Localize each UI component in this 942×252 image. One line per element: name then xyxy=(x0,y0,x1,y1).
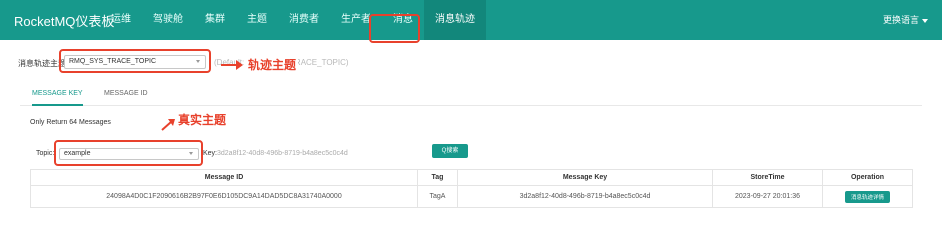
tab-message-key[interactable]: MESSAGE KEY xyxy=(32,84,83,106)
annotation-arrow-trace-topic xyxy=(221,60,243,70)
chevron-down-icon xyxy=(922,18,928,23)
results-table: Message ID Tag Message Key StoreTime Ope… xyxy=(30,169,913,208)
annotation-real-topic: 真实主题 xyxy=(178,113,227,127)
key-value: 3d2a8f12-40d8-496b-8719-b4a8ec5c0c4d xyxy=(217,150,348,157)
annotation-box-topic xyxy=(54,140,203,166)
column-header-message-id: Message ID xyxy=(30,169,418,186)
top-navbar: RocketMQ仪表板 运维 驾驶舱 集群 主题 消费者 生产者 消息 消息轨迹… xyxy=(0,0,942,40)
language-switcher[interactable]: 更换语言 xyxy=(883,0,928,40)
nav-item-cluster[interactable]: 集群 xyxy=(194,0,236,40)
result-limit-text: Only Return 64 Messages xyxy=(30,119,111,126)
main-nav: 运维 驾驶舱 集群 主题 消费者 生产者 消息 消息轨迹 xyxy=(100,0,486,40)
cell-message-id: 24098A4D0C1F2090616B2B97F0E6D105DC9A14DA… xyxy=(30,185,418,208)
column-header-message-key: Message Key xyxy=(457,169,713,186)
annotation-arrow-real-topic xyxy=(161,119,175,131)
column-header-tag: Tag xyxy=(417,169,458,186)
nav-item-message-trace[interactable]: 消息轨迹 xyxy=(424,0,486,40)
key-label: Key: xyxy=(203,150,218,157)
search-button[interactable]: Q搜索 xyxy=(432,144,468,158)
nav-item-dashboard[interactable]: 驾驶舱 xyxy=(142,0,194,40)
app-title[interactable]: RocketMQ仪表板 xyxy=(0,11,114,30)
nav-item-ops[interactable]: 运维 xyxy=(100,0,142,40)
language-label: 更换语言 xyxy=(882,15,919,25)
column-header-store-time: StoreTime xyxy=(712,169,823,186)
tab-message-id[interactable]: MESSAGE ID xyxy=(104,84,148,106)
nav-item-consumer[interactable]: 消费者 xyxy=(278,0,330,40)
annotation-box-nav xyxy=(369,14,420,43)
table-header-row: Message ID Tag Message Key StoreTime Ope… xyxy=(30,169,913,186)
table-row: 24098A4D0C1F2090616B2B97F0E6D105DC9A14DA… xyxy=(30,185,913,208)
key-input[interactable]: 3d2a8f12-40d8-496b-8719-b4a8ec5c0c4d xyxy=(217,147,417,161)
nav-item-topic[interactable]: 主题 xyxy=(236,0,278,40)
annotation-box-trace-topic xyxy=(59,49,211,73)
cell-tag: TagA xyxy=(417,185,458,208)
cell-store-time: 2023-09-27 20:01:36 xyxy=(712,185,823,208)
annotation-trace-topic: 轨迹主题 xyxy=(246,56,299,73)
search-tabs: MESSAGE KEY MESSAGE ID xyxy=(20,84,922,106)
cell-operation: 消息轨迹详情 xyxy=(822,185,913,208)
topic-label: Topic: xyxy=(36,150,55,157)
cell-message-key: 3d2a8f12-40d8-496b-8719-b4a8ec5c0c4d xyxy=(457,185,713,208)
trace-detail-button[interactable]: 消息轨迹详情 xyxy=(844,190,890,203)
column-header-operation: Operation xyxy=(822,169,913,186)
